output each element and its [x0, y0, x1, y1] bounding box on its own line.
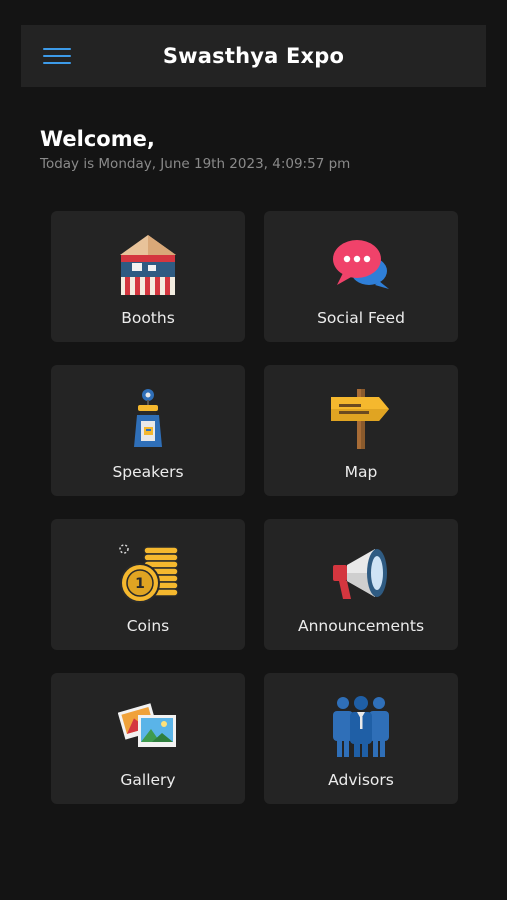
announcements-tile[interactable]: Announcements: [264, 519, 458, 650]
feature-grid: Booths Social Feed Speakers Map 1 Coins …: [51, 211, 458, 804]
advisors-tile[interactable]: Advisors: [264, 673, 458, 804]
welcome-heading: Welcome,: [40, 127, 155, 151]
app-title: Swasthya Expo: [162, 44, 345, 68]
coins-icon: 1: [118, 541, 178, 603]
signpost-icon: [331, 387, 391, 449]
booths-label: Booths: [121, 309, 175, 327]
coins-tile[interactable]: 1 Coins: [51, 519, 245, 650]
map-tile[interactable]: Map: [264, 365, 458, 496]
date-time-text: Today is Monday, June 19th 2023, 4:09:57…: [40, 156, 351, 172]
chat-bubbles-icon: [331, 233, 391, 295]
coins-label: Coins: [126, 617, 170, 635]
speakers-label: Speakers: [112, 463, 184, 481]
svg-text:1: 1: [135, 576, 145, 592]
hamburger-menu-icon[interactable]: [43, 48, 71, 64]
speakers-tile[interactable]: Speakers: [51, 365, 245, 496]
advisors-group-icon: [331, 695, 391, 757]
booth-stall-icon: [118, 233, 178, 295]
gallery-label: Gallery: [120, 771, 176, 789]
booths-tile[interactable]: Booths: [51, 211, 245, 342]
photos-icon: [118, 695, 178, 757]
map-label: Map: [344, 463, 378, 481]
app-bar: Swasthya Expo: [21, 25, 486, 87]
social-feed-tile[interactable]: Social Feed: [264, 211, 458, 342]
social-feed-label: Social Feed: [317, 309, 405, 327]
announcements-label: Announcements: [297, 617, 425, 635]
speaker-podium-icon: [118, 387, 178, 449]
advisors-label: Advisors: [328, 771, 394, 789]
megaphone-icon: [331, 541, 391, 603]
gallery-tile[interactable]: Gallery: [51, 673, 245, 804]
